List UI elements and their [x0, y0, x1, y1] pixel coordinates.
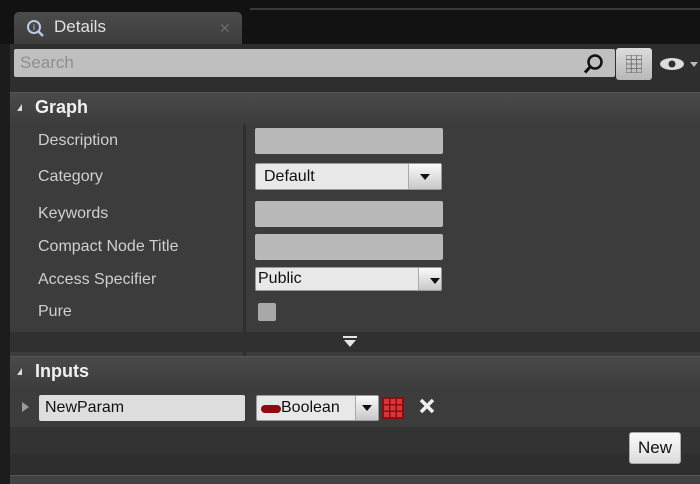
category-label: Category: [38, 168, 103, 185]
access-specifier-combo[interactable]: Public: [255, 267, 442, 291]
input-param-row: Boolean: [10, 389, 700, 427]
tab-title: Details: [54, 17, 106, 36]
tab-details[interactable]: i Details ✕: [14, 12, 242, 44]
new-row: New: [10, 427, 700, 464]
property-matrix-button[interactable]: [616, 48, 652, 80]
close-icon[interactable]: ✕: [219, 20, 231, 37]
graph-category-header[interactable]: Graph: [10, 92, 700, 125]
param-name-field[interactable]: [39, 395, 245, 421]
tab-strip: i Details ✕: [0, 0, 700, 44]
new-param-button[interactable]: New: [629, 432, 681, 464]
compact-node-title-field[interactable]: [255, 234, 443, 260]
collapse-arrow-icon: [17, 104, 22, 111]
boolean-type-icon: [261, 405, 281, 413]
details-icon: i: [27, 20, 44, 37]
pure-label: Pure: [38, 303, 72, 320]
category-value: Default: [264, 168, 315, 185]
collapse-arrow-icon: [17, 368, 22, 375]
param-type-combo[interactable]: Boolean: [256, 395, 379, 421]
keywords-label: Keywords: [38, 205, 109, 222]
tab-strip-divider: [250, 8, 700, 10]
keywords-field[interactable]: [255, 201, 443, 227]
search-icon[interactable]: [583, 53, 605, 75]
expand-right-icon[interactable]: [22, 402, 29, 412]
expand-down-icon: [343, 336, 357, 347]
close-icon[interactable]: [418, 397, 436, 415]
property-matrix-icon: [626, 55, 642, 73]
search-bar: [10, 44, 700, 82]
access-specifier-value: Public: [258, 270, 302, 287]
description-field[interactable]: [255, 128, 443, 154]
description-label: Description: [38, 132, 119, 149]
inputs-category-title: Inputs: [35, 361, 89, 381]
category-combo[interactable]: Default: [255, 163, 442, 190]
chevron-down-icon[interactable]: [418, 268, 441, 290]
svg-text:i: i: [33, 23, 35, 32]
inputs-section: Inputs Boolean: [10, 356, 700, 483]
advanced-expander[interactable]: [10, 332, 700, 352]
details-panel: Graph Description Category Default Keywo…: [10, 44, 700, 484]
compact-node-title-label: Compact Node Title: [38, 238, 179, 255]
eye-icon[interactable]: [658, 54, 700, 74]
search-input[interactable]: [14, 49, 615, 77]
chevron-down-icon[interactable]: [408, 164, 441, 189]
pure-checkbox[interactable]: [258, 303, 276, 321]
param-type-value: Boolean: [281, 399, 340, 416]
container-type-icon[interactable]: [382, 397, 404, 419]
chevron-down-icon[interactable]: [355, 396, 378, 420]
graph-category-title: Graph: [35, 97, 89, 117]
inputs-category-header[interactable]: Inputs: [10, 356, 700, 389]
access-specifier-label: Access Specifier: [38, 271, 157, 288]
